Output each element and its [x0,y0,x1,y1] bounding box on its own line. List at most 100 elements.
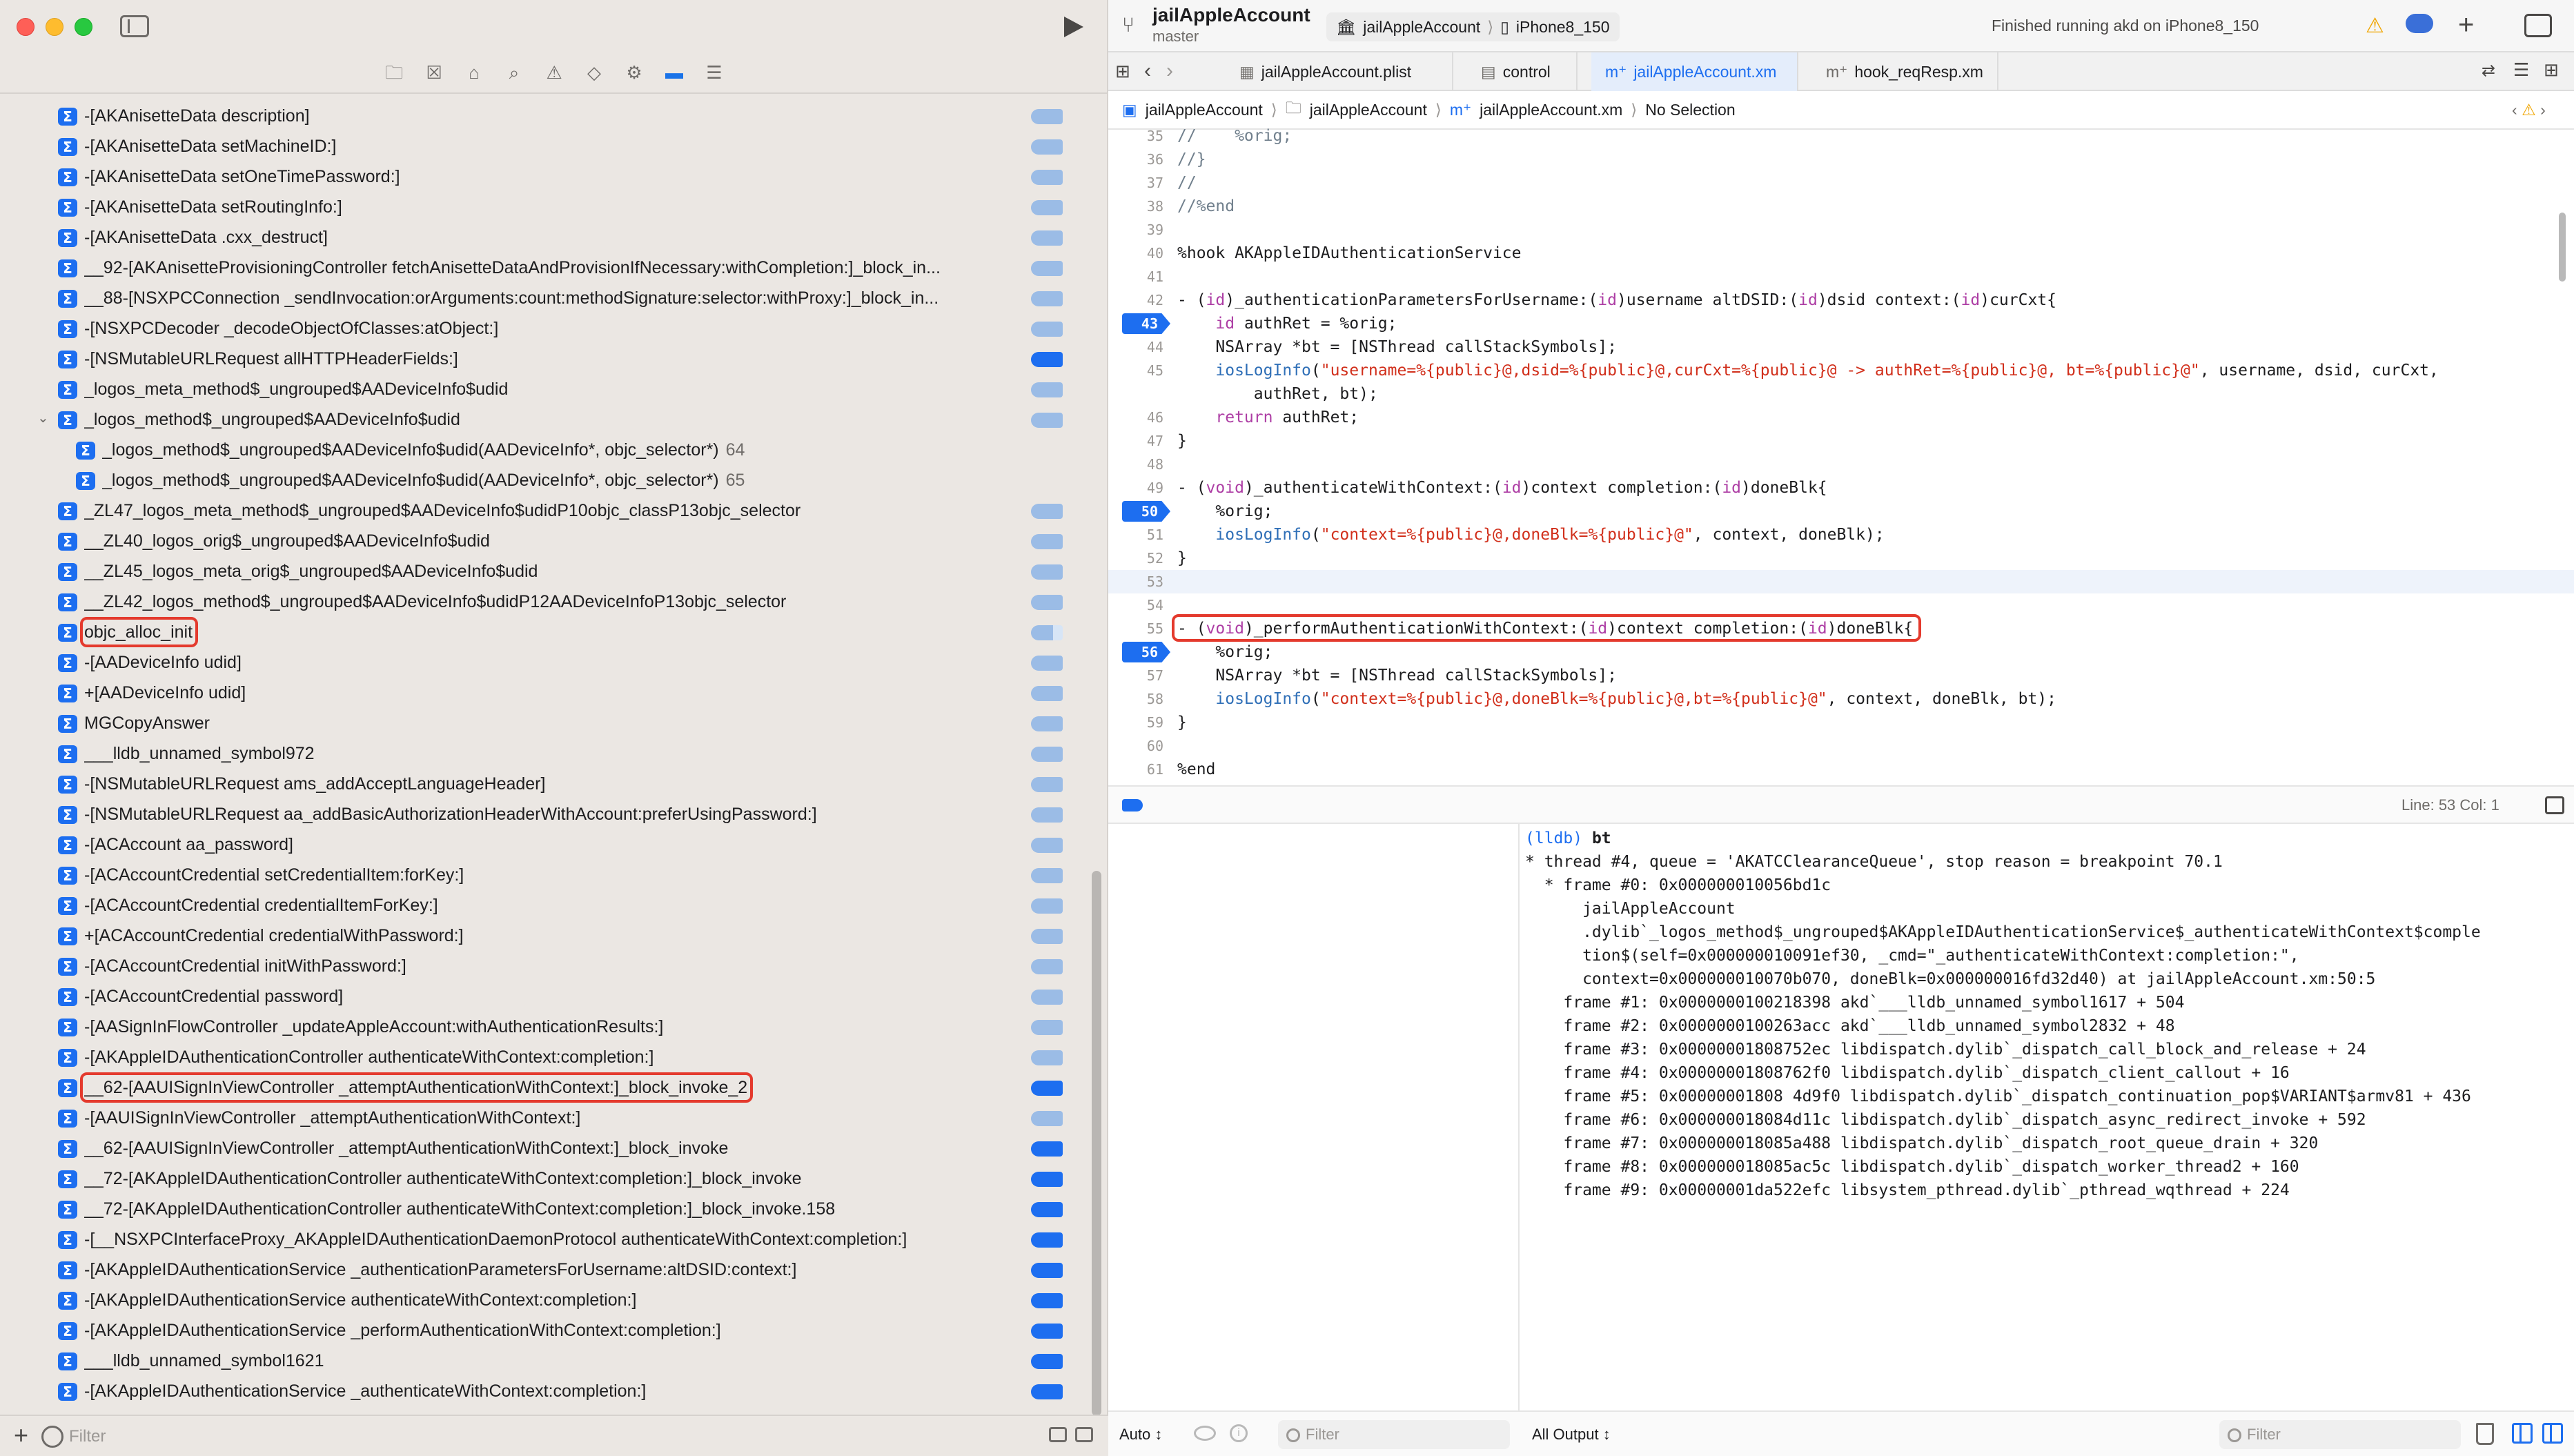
breakpoint-toggle-icon[interactable] [1031,838,1063,853]
code-line[interactable]: 50 %orig; [1108,500,2574,523]
run-button[interactable] [1059,14,1085,40]
line-number[interactable]: 47 [1108,429,1163,453]
breakpoint-toggle-icon[interactable] [1031,230,1063,246]
editor-tab[interactable]: ▦ jailAppleAccount.plist [1226,52,1453,91]
breakpoint-toggle-icon[interactable] [1031,1020,1063,1035]
symbol-row[interactable]: Σ -[AKAppleIDAuthenticationService _authe… [0,1255,1083,1285]
zoom-window-button[interactable] [75,18,92,36]
symbol-row[interactable]: Σ -[NSMutableURLRequest ams_addAcceptLang… [0,769,1083,799]
navigator-filter-input[interactable]: Filter [69,1426,1035,1448]
info-icon[interactable]: i [1230,1424,1248,1442]
code-line[interactable]: 61 %end [1108,758,2574,781]
breakpoint-toggle-icon[interactable] [1031,686,1063,701]
symbol-row[interactable]: Σ MGCopyAnswer [0,708,1083,738]
code-line[interactable]: 48 [1108,453,2574,476]
symbol-row[interactable]: Σ __ZL42_logos_method$_ungrouped$AADevice… [0,587,1083,617]
hide-debug-area-icon[interactable] [2545,796,2564,814]
test-icon[interactable]: ◇ [582,61,606,84]
split-view-icon[interactable] [2542,1423,2563,1444]
breakpoint-toggle-icon[interactable] [1031,564,1063,580]
symbol-row[interactable]: Σ -[AKAppleIDAuthenticationService authen… [0,1285,1083,1315]
line-number[interactable]: 49 [1108,476,1163,500]
line-number[interactable]: 45 [1108,359,1163,382]
symbol-row[interactable]: Σ -[ACAccountCredential setCredentialItem… [0,860,1083,890]
symbol-row[interactable]: Σ __ZL40_logos_orig$_ungrouped$AADeviceIn… [0,526,1083,556]
breakpoint-toggle-icon[interactable] [1031,807,1063,823]
forward-icon[interactable]: › [1166,59,1173,83]
breakpoint-icon[interactable]: ▬ [662,61,686,84]
symbol-row[interactable]: Σ -[AKAppleIDAuthenticationService _perfo… [0,1315,1083,1346]
find-icon[interactable]: ⌕ [502,61,526,84]
breadcrumb-item[interactable]: jailAppleAccount [1146,101,1263,119]
line-number[interactable]: 60 [1108,734,1163,758]
code-line[interactable]: 36 //} [1108,148,2574,171]
back-icon[interactable]: ‹ [1144,59,1151,83]
breakpoint-toggle-icon[interactable] [1031,291,1063,306]
line-number[interactable]: 52 [1108,547,1163,570]
line-number[interactable]: 44 [1108,335,1163,359]
symbol-row[interactable]: Σ __62-[AAUISignInViewController _attempt… [0,1133,1083,1163]
breakpoint-toggle-icon[interactable] [1031,898,1063,914]
symbol-row[interactable]: Σ +[ACAccountCredential credentialWithPas… [0,921,1083,951]
editor-tab[interactable]: m⁺ hook_reqResp.xm [1812,52,1998,91]
editor-tab[interactable]: ▤ control [1467,52,1578,91]
breakpoint-toggle-icon[interactable] [1031,200,1063,215]
breakpoint-toggle-icon[interactable] [1031,261,1063,276]
breakpoint-toggle-icon[interactable] [1031,504,1063,519]
breakpoint-toggle-icon[interactable] [1031,959,1063,974]
breakpoint-toggle-icon[interactable] [1031,322,1063,337]
code-line[interactable]: 56 %orig; [1108,640,2574,664]
breakpoint-toggle-icon[interactable] [1031,1384,1063,1399]
symbol-row[interactable]: Σ -[NSMutableURLRequest aa_addBasicAuthor… [0,799,1083,829]
breakpoint-toggle-icon[interactable] [1031,990,1063,1005]
breadcrumb-item[interactable]: jailAppleAccount [1310,101,1427,119]
symbol-row[interactable]: Σ -[AASignInFlowController _updateAppleAc… [0,1012,1083,1042]
code-line[interactable]: 38 //%end [1108,195,2574,218]
line-number[interactable]: 40 [1108,242,1163,265]
branch-icon[interactable]: ⑂ [1122,14,1140,39]
cloud-icon[interactable] [2406,14,2433,33]
symbol-icon[interactable]: ⌂ [462,61,486,84]
symbol-row[interactable]: Σ -[AKAppleIDAuthenticationController aut… [0,1042,1083,1072]
code-line[interactable]: 39 [1108,218,2574,242]
variables-view[interactable] [1108,824,1520,1410]
symbol-row[interactable]: Σ -[NSMutableURLRequest allHTTPHeaderFiel… [0,344,1083,374]
close-window-button[interactable] [17,18,35,36]
sidebar-toggle-icon[interactable] [120,15,149,37]
symbol-row[interactable]: ⌄ Σ _logos_method$_ungrouped$AADeviceInfo$… [0,404,1083,435]
code-line[interactable]: 49 - (void)_authenticateWithContext:(id)c… [1108,476,2574,500]
symbol-row[interactable]: Σ -[AKAppleIDAuthenticationService _authe… [0,1376,1083,1406]
symbol-row[interactable]: Σ __ZL45_logos_meta_orig$_ungrouped$AADev… [0,556,1083,587]
grid-icon[interactable]: ⊞ [1115,61,1130,82]
disclosure-triangle-icon[interactable]: ⌄ [37,411,50,425]
code-line[interactable]: 47} [1108,429,2574,453]
line-number[interactable]: 39 [1108,218,1163,242]
line-number[interactable]: 46 [1108,406,1163,429]
navigator-scrollbar[interactable] [1092,871,1101,1416]
code-line[interactable]: 57 NSArray *bt = [NSThread callStackSymb… [1108,664,2574,687]
symbol-row[interactable]: Σ __72-[AKAppleIDAuthenticationController… [0,1194,1083,1224]
line-number[interactable]: 55 [1108,617,1163,640]
symbol-row[interactable]: Σ __92-[AKAnisetteProvisioningController … [0,253,1083,283]
trash-icon[interactable] [2476,1423,2494,1445]
symbol-row[interactable]: Σ __72-[AKAppleIDAuthenticationController… [0,1163,1083,1194]
code-line[interactable]: 59} [1108,711,2574,734]
breakpoint-toggle-icon[interactable] [1031,413,1063,428]
code-line[interactable]: authRet, bt); [1108,382,2574,406]
breakpoint-toggle-icon[interactable] [1031,716,1063,731]
symbol-row[interactable]: Σ _logos_method$_ungrouped$AADeviceInfo$u… [0,435,1083,465]
breakpoint-toggle-icon[interactable] [1031,1354,1063,1369]
symbol-row[interactable]: Σ -[ACAccountCredential initWithPassword:… [0,951,1083,981]
editor-tab[interactable]: m⁺ jailAppleAccount.xm [1591,52,1798,91]
folder-icon[interactable]: 🗀 [382,61,406,84]
breakpoint-toggle-icon[interactable] [1031,1172,1063,1187]
line-number[interactable]: 59 [1108,711,1163,734]
scheme-selector[interactable]: 🏛 jailAppleAccount ⟩ ▯ iPhone8_150 [1326,12,1620,41]
console-filter-input[interactable]: Filter [2219,1420,2461,1449]
symbol-row[interactable]: Σ -[NSXPCDecoder _decodeObjectOfClasses:a… [0,313,1083,344]
code-line[interactable]: 51 iosLogInfo("context=%{public}@,doneBl… [1108,523,2574,547]
swap-icon[interactable]: ⇄ [2482,61,2495,81]
line-number[interactable]: 42 [1108,288,1163,312]
breakpoint-toggle-icon[interactable] [1031,1324,1063,1339]
breakpoint-marker[interactable]: 50 [1122,501,1170,522]
